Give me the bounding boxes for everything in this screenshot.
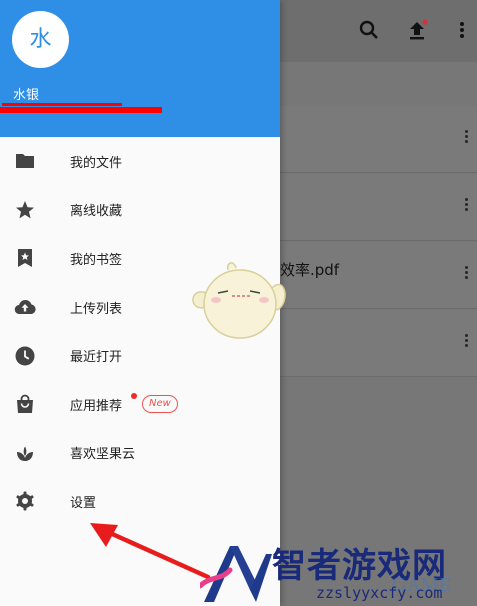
bookmark-icon bbox=[18, 249, 32, 268]
menu-item-label: 我的书签 bbox=[70, 252, 123, 268]
row-more-icon[interactable] bbox=[465, 130, 469, 145]
menu-item-label: 应用推荐 bbox=[70, 398, 123, 414]
background-file-row[interactable] bbox=[280, 310, 477, 377]
annotation-arrow bbox=[90, 523, 211, 580]
star-icon bbox=[16, 200, 34, 219]
mascot-sticker bbox=[192, 262, 286, 339]
redaction-mark bbox=[0, 102, 162, 116]
menu-item-label: 设置 bbox=[70, 495, 97, 511]
new-badge: New bbox=[142, 394, 178, 413]
folder-icon bbox=[16, 154, 34, 169]
row-more-icon[interactable] bbox=[465, 266, 469, 281]
shopping-bag-icon bbox=[17, 394, 33, 414]
row-more-icon[interactable] bbox=[465, 334, 469, 349]
drawer-header: 水 水银 bbox=[0, 0, 280, 137]
user-name: 水银 bbox=[13, 88, 40, 103]
sprout-icon bbox=[17, 446, 33, 461]
more-vert-icon[interactable] bbox=[450, 18, 474, 42]
upload-icon[interactable] bbox=[405, 18, 429, 42]
menu-item-label: 离线收藏 bbox=[70, 204, 123, 220]
notification-dot bbox=[131, 392, 137, 399]
cloud-upload-icon bbox=[14, 300, 36, 315]
menu-item-my-files[interactable]: 我的文件 bbox=[0, 137, 280, 186]
watermark-logo-icon bbox=[200, 546, 272, 602]
background-toolbar bbox=[280, 0, 477, 62]
avatar[interactable]: 水 bbox=[12, 11, 69, 68]
background-file-row[interactable] bbox=[280, 174, 477, 241]
menu-item-label: 喜欢坚果云 bbox=[70, 447, 136, 463]
menu-item-like-jianguoyun[interactable]: 喜欢坚果云 bbox=[0, 429, 280, 478]
row-more-icon[interactable] bbox=[465, 198, 469, 213]
gear-icon bbox=[16, 491, 34, 511]
menu-item-offline-favorites[interactable]: 离线收藏 bbox=[0, 186, 280, 235]
clock-icon bbox=[15, 346, 35, 366]
watermark-url: zzslyyxcfy.com bbox=[316, 584, 443, 602]
background-file-row[interactable] bbox=[280, 106, 477, 173]
search-icon[interactable] bbox=[357, 18, 381, 42]
menu-item-label: 我的文件 bbox=[70, 155, 123, 171]
menu-item-label: 上传列表 bbox=[70, 301, 123, 317]
menu-item-app-recommendations[interactable]: 应用推荐 New bbox=[0, 380, 280, 429]
menu-item-label: 最近打开 bbox=[70, 350, 123, 366]
